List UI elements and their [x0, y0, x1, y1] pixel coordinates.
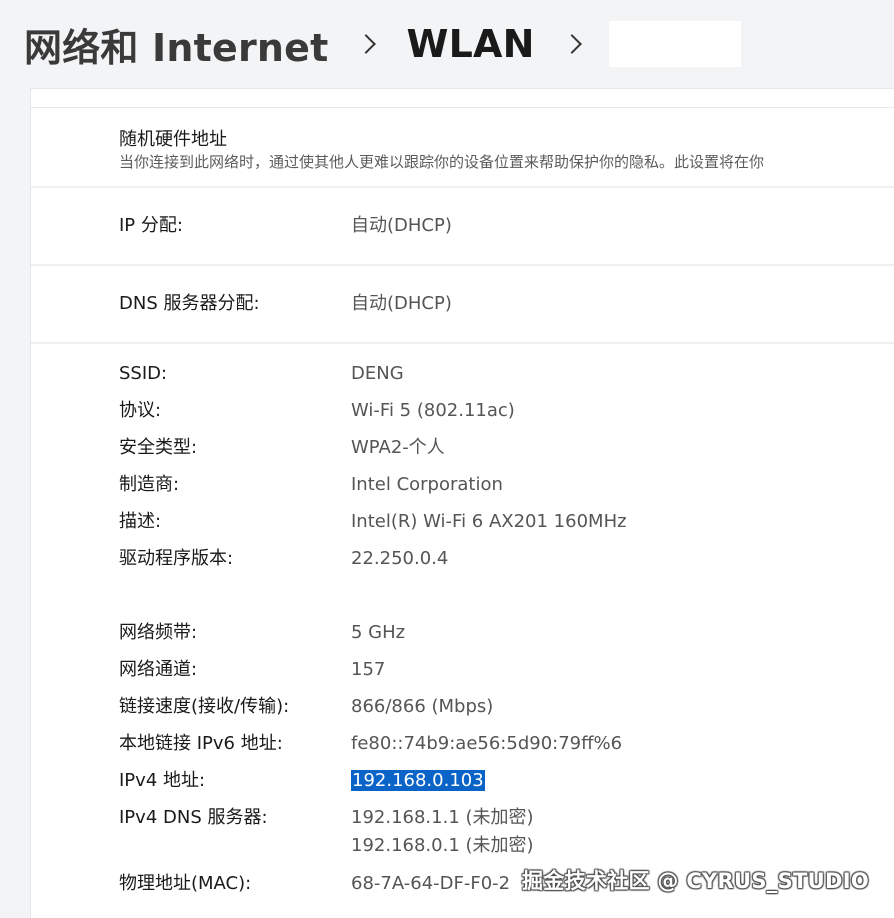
property-value: 22.250.0.4 [351, 548, 449, 569]
property-value: 192.168.1.1 (未加密) [351, 807, 534, 828]
random-hardware-address-description: 当你连接到此网络时，通过使其他人更难以跟踪你的设备位置来帮助保护你的隐私。此设置… [119, 153, 765, 171]
breadcrumb-wlan[interactable]: WLAN [407, 22, 535, 66]
property-label: IPv4 地址: [119, 770, 206, 791]
property-row-driver-version: 驱动程序版本: 22.250.0.4 [31, 547, 894, 571]
chevron-right-icon [561, 34, 582, 54]
property-label: 网络通道: [119, 659, 198, 680]
property-value: Intel Corporation [351, 474, 503, 495]
random-hardware-address-section: 随机硬件地址 当你连接到此网络时，通过使其他人更难以跟踪你的设备位置来帮助保护你… [31, 108, 894, 188]
property-value-wrapper: 192.168.0.103 [351, 769, 485, 793]
property-value: WPA2-个人 [351, 437, 445, 458]
property-row-protocol: 协议: Wi-Fi 5 (802.11ac) [31, 399, 894, 423]
property-value: 157 [351, 659, 386, 680]
property-value: 866/866 (Mbps) [351, 696, 494, 717]
property-value-secondary: 192.168.0.1 (未加密) [351, 835, 534, 856]
ip-assignment-label: IP 分配: [119, 215, 183, 236]
property-label: 安全类型: [119, 437, 198, 458]
property-value: Intel(R) Wi-Fi 6 AX201 160MHz [351, 511, 627, 532]
property-row-ipv4-dns: IPv4 DNS 服务器: 192.168.1.1 (未加密) 192.168.… [31, 806, 894, 858]
network-properties-panel: 随机硬件地址 当你连接到此网络时，通过使其他人更难以跟踪你的设备位置来帮助保护你… [30, 88, 894, 918]
property-label: 驱动程序版本: [119, 548, 234, 569]
breadcrumb-network-internet[interactable]: 网络和 Internet [24, 17, 329, 72]
selected-ipv4-address[interactable]: 192.168.0.103 [351, 770, 485, 791]
dns-assignment-label: DNS 服务器分配: [119, 293, 260, 314]
property-row-ipv6-address: 本地链接 IPv6 地址: fe80::74b9:ae56:5d90:79ff%… [31, 732, 894, 756]
property-label: 制造商: [119, 474, 180, 495]
chevron-right-icon [355, 34, 376, 54]
property-value[interactable]: fe80::74b9:ae56:5d90:79ff%6 [351, 732, 622, 756]
property-label: SSID: [119, 363, 168, 384]
property-value: 68-7A-64-DF-F0-2 [351, 873, 511, 894]
property-row-link-speed: 链接速度(接收/传输): 866/866 (Mbps) [31, 695, 894, 719]
property-value: DENG [351, 363, 404, 384]
property-label: 物理地址(MAC): [119, 873, 252, 894]
property-label: 描述: [119, 511, 162, 532]
property-row-ssid: SSID: DENG [31, 362, 894, 386]
property-row-network-band: 网络频带: 5 GHz [31, 621, 894, 645]
property-value: 5 GHz [351, 622, 406, 643]
property-value: Wi-Fi 5 (802.11ac) [351, 400, 515, 421]
watermark: 掘金技术社区 @ CYRUS_STUDIO [522, 869, 869, 893]
property-label: IPv4 DNS 服务器: [119, 807, 268, 828]
breadcrumb-redacted-network [608, 21, 741, 67]
ip-assignment-row: IP 分配: 自动(DHCP) [31, 188, 894, 266]
property-row-description: 描述: Intel(R) Wi-Fi 6 AX201 160MHz [31, 510, 894, 534]
ip-assignment-value: 自动(DHCP) [351, 215, 452, 236]
property-label: 本地链接 IPv6 地址: [119, 733, 283, 754]
dns-assignment-row: DNS 服务器分配: 自动(DHCP) [31, 266, 894, 344]
property-label: 网络频带: [119, 622, 198, 643]
dns-assignment-value: 自动(DHCP) [351, 293, 452, 314]
breadcrumb: 网络和 Internet WLAN [24, 18, 741, 70]
property-label: 链接速度(接收/传输): [119, 696, 290, 717]
property-row-ipv4-address: IPv4 地址: 192.168.0.103 [31, 769, 894, 793]
property-row-manufacturer: 制造商: Intel Corporation [31, 473, 894, 497]
property-row-security-type: 安全类型: WPA2-个人 [31, 436, 894, 460]
property-label: 协议: [119, 400, 162, 421]
random-hardware-address-title: 随机硬件地址 [119, 129, 227, 150]
panel-top-divider [31, 89, 894, 108]
property-row-network-channel: 网络通道: 157 [31, 658, 894, 682]
